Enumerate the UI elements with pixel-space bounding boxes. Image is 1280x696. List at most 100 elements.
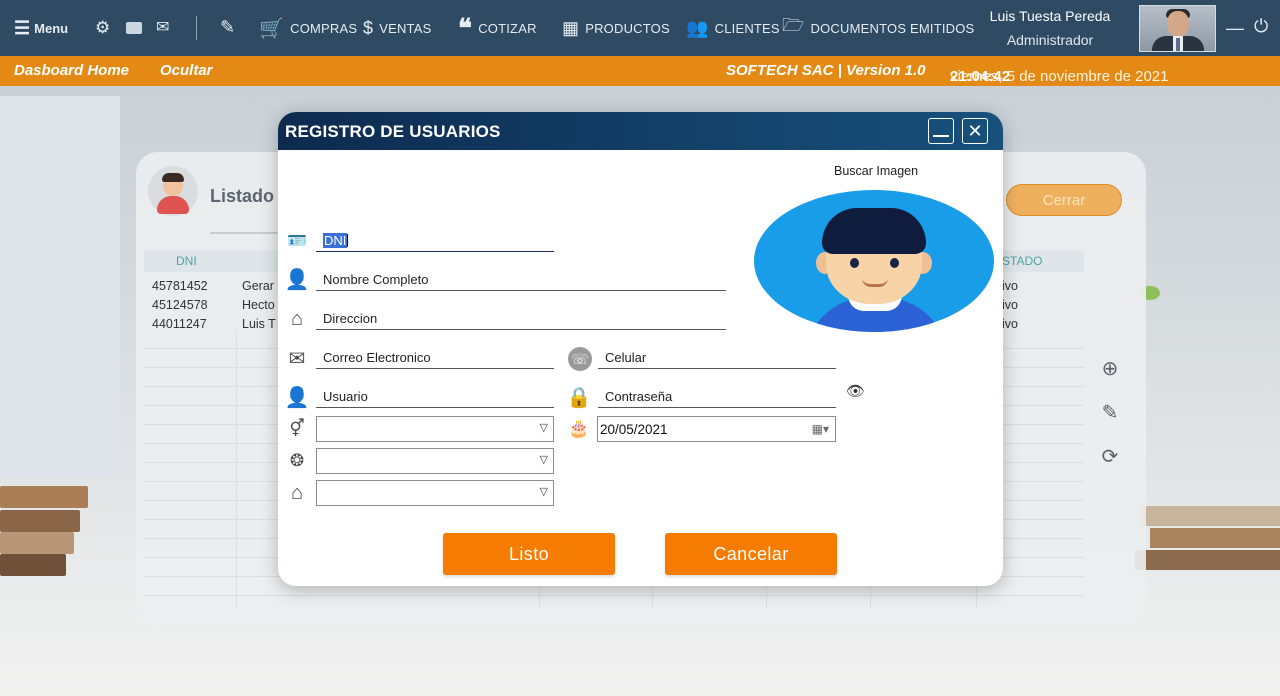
- dialog-minimize-button[interactable]: [928, 118, 954, 144]
- people-icon: 👥: [686, 17, 709, 38]
- nombre-input[interactable]: Nombre Completo: [316, 263, 726, 291]
- lock-icon: 🔒: [566, 386, 592, 409]
- cake-icon: 🎂: [568, 419, 590, 438]
- calendar-icon[interactable]: ▦▾: [812, 422, 829, 436]
- user-name: Luis Tuesta Pereda: [989, 8, 1111, 24]
- nav-productos-label: PRODUCTOS: [585, 20, 670, 36]
- cart-icon: 🛒: [259, 17, 285, 40]
- books-left: [0, 466, 90, 586]
- dialog-header: REGISTRO DE USUARIOS ✕: [278, 112, 1003, 150]
- rol-select[interactable]: ▽: [316, 448, 554, 474]
- row-dni: 45781452: [152, 279, 208, 293]
- nav-separator: [196, 16, 197, 40]
- home-icon: ⌂: [290, 307, 304, 330]
- window-blur: [0, 96, 120, 476]
- gear-icon[interactable]: ⚙: [95, 18, 110, 38]
- dni-value: DNI: [323, 233, 348, 248]
- chevron-down-icon: ▽: [539, 454, 548, 466]
- contrasena-input[interactable]: Contraseña: [598, 380, 836, 408]
- dashboard-home-link[interactable]: Dasboard Home: [14, 62, 129, 79]
- user-photo[interactable]: [754, 190, 994, 332]
- time-text: 21:04:42: [950, 68, 1011, 85]
- nav-productos[interactable]: ▦ PRODUCTOS: [562, 16, 670, 40]
- row-name: Hecto: [242, 298, 275, 312]
- nav-clientes-label: CLIENTES: [714, 20, 780, 36]
- col-dni: DNI: [176, 254, 197, 268]
- phone-icon: ☏: [568, 347, 592, 371]
- menu-button[interactable]: ☰ Menu: [14, 18, 68, 39]
- screen-icon[interactable]: [126, 22, 142, 34]
- hamburger-icon: ☰: [14, 18, 31, 38]
- menu-label: Menu: [34, 21, 69, 36]
- user-list-avatar: [148, 166, 198, 216]
- home-icon: ⌂: [290, 481, 304, 504]
- status-bar: Dasboard Home Ocultar SOFTECH SAC | Vers…: [0, 56, 1280, 86]
- contrasena-placeholder: Contraseña: [605, 389, 673, 404]
- refresh-icon[interactable]: ⟳: [1098, 444, 1122, 488]
- chevron-down-icon: ▽: [539, 422, 548, 434]
- buscar-imagen-link[interactable]: Buscar Imagen: [834, 164, 918, 178]
- person-icon: 👤: [284, 268, 310, 291]
- close-icon: ✕: [967, 121, 983, 141]
- fecha-value: 20/05/2021: [600, 422, 668, 437]
- celular-placeholder: Celular: [605, 350, 647, 365]
- nav-compras[interactable]: 🛒 COMPRAS: [259, 16, 357, 40]
- cancelar-button[interactable]: Cancelar: [665, 533, 837, 575]
- power-icon[interactable]: ⏻: [1254, 16, 1268, 37]
- nav-cotizar-label: COTIZAR: [478, 20, 537, 36]
- direccion-input[interactable]: Direccion: [316, 302, 726, 330]
- nav-compras-label: COMPRAS: [290, 20, 358, 36]
- chat-icon[interactable]: ✉: [156, 17, 169, 37]
- row-estado: ivo: [1002, 317, 1018, 331]
- money-hand-icon: $: [363, 17, 374, 38]
- books-right: [1130, 486, 1280, 596]
- nav-documentos[interactable]: 🗁 DOCUMENTOS EMITIDOS: [782, 15, 975, 40]
- top-navbar: ☰ Menu ⚙ ✉ ✎ 🛒 COMPRAS $ VENTAS ❝ COTIZA…: [0, 0, 1280, 56]
- minimize-icon[interactable]: —: [1226, 18, 1244, 39]
- usuario-input[interactable]: Usuario: [316, 380, 554, 408]
- gender-icon: ⚥: [289, 419, 305, 438]
- row-name: Luis T: [242, 317, 276, 331]
- nav-ventas[interactable]: $ VENTAS: [363, 16, 431, 40]
- settings-badge-icon: ❂: [289, 451, 305, 470]
- sucursal-select[interactable]: ▽: [316, 480, 554, 506]
- boxes-icon: ▦: [562, 17, 580, 38]
- ocultar-link[interactable]: Ocultar: [160, 62, 213, 79]
- chevron-down-icon: ▽: [539, 486, 548, 498]
- user-icon: 👤: [284, 386, 310, 409]
- id-card-icon: 🪪: [287, 233, 307, 250]
- dni-text: DNI: [324, 233, 347, 248]
- registro-usuarios-dialog: REGISTRO DE USUARIOS ✕ Buscar Imagen 🪪 D…: [278, 112, 1003, 586]
- nav-cotizar[interactable]: ❝ COTIZAR: [458, 13, 537, 43]
- cerrar-button[interactable]: Cerrar: [1006, 184, 1122, 216]
- dialog-title: REGISTRO DE USUARIOS: [285, 122, 501, 141]
- pen-icon[interactable]: ✎: [220, 17, 235, 38]
- row-name: Gerar: [242, 279, 274, 293]
- nombre-placeholder: Nombre Completo: [323, 272, 429, 287]
- nav-documentos-label: DOCUMENTOS EMITIDOS: [810, 20, 975, 36]
- celular-input[interactable]: Celular: [598, 341, 836, 369]
- user-role: Administrador: [1006, 32, 1094, 48]
- edit-user-icon[interactable]: ✎: [1098, 400, 1122, 444]
- fecha-nacimiento-picker[interactable]: 20/05/2021 ▦▾: [597, 416, 836, 442]
- quote-icon: ❝: [458, 12, 473, 43]
- nav-clientes[interactable]: 👥 CLIENTES: [686, 16, 780, 40]
- correo-input[interactable]: Correo Electronico: [316, 341, 554, 369]
- company-version: SOFTECH SAC | Version 1.0: [726, 62, 926, 79]
- row-dni: 45124578: [152, 298, 208, 312]
- minimize-icon: [933, 135, 949, 137]
- dialog-close-button[interactable]: ✕: [962, 118, 988, 144]
- usuario-placeholder: Usuario: [323, 389, 368, 404]
- row-estado: ivo: [1002, 298, 1018, 312]
- row-dni: 44011247: [152, 317, 207, 331]
- correo-placeholder: Correo Electronico: [323, 350, 431, 365]
- add-user-icon[interactable]: ⊕: [1098, 356, 1122, 400]
- eye-icon[interactable]: 👁: [846, 382, 865, 400]
- dni-input[interactable]: DNI: [316, 224, 554, 252]
- listo-button[interactable]: Listo: [443, 533, 615, 575]
- user-avatar[interactable]: [1139, 5, 1216, 52]
- nav-ventas-label: VENTAS: [379, 20, 432, 36]
- text-caret: [347, 234, 348, 247]
- panel-side-actions: ⊕ ✎ ⟳: [1098, 356, 1122, 488]
- genero-select[interactable]: ▽: [316, 416, 554, 442]
